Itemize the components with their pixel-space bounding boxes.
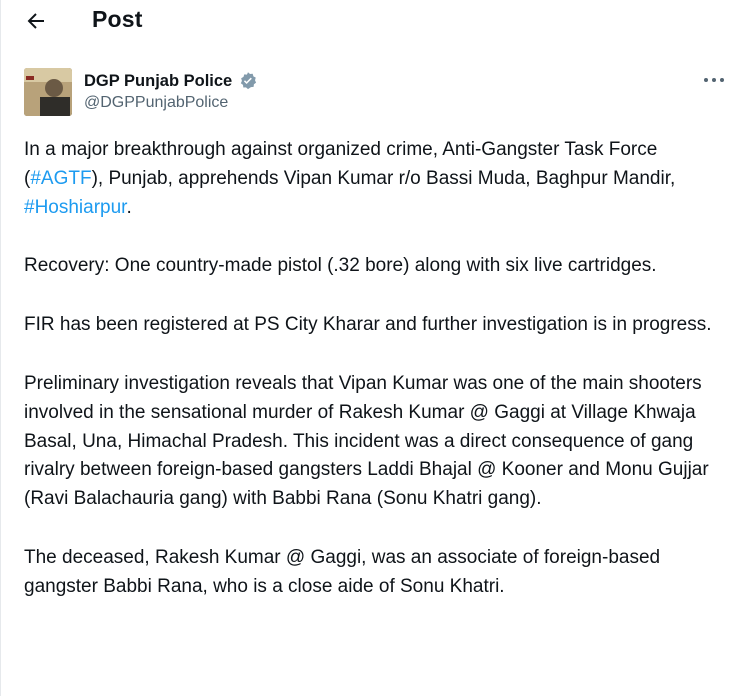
left-border [0,0,1,696]
post-text: . [126,196,132,218]
post-paragraph-2: Recovery: One country-made pistol (.32 b… [24,255,657,277]
post-paragraph-3: FIR has been registered at PS City Khara… [24,314,712,336]
back-arrow-icon[interactable] [24,9,48,33]
post-body: In a major breakthrough against organize… [24,136,714,632]
post-paragraph-5: The deceased, Rakesh Kumar @ Gaggi, was … [24,546,661,597]
author-name[interactable]: DGP Punjab Police [84,72,232,91]
avatar[interactable] [24,68,72,116]
author-name-row: DGP Punjab Police [84,71,258,91]
hashtag-agtf[interactable]: #AGTF [30,168,91,189]
post-header: Post [0,0,730,44]
verified-badge-icon[interactable] [238,71,258,91]
avatar-image [24,68,72,116]
more-options-icon[interactable] [700,70,728,90]
hashtag-hoshiarpur[interactable]: #Hoshiarpur [24,197,126,218]
post-paragraph-4: Preliminary investigation reveals that V… [24,372,709,510]
post-paragraph-1: In a major breakthrough against organize… [24,136,714,222]
page-title: Post [92,6,143,32]
author-handle[interactable]: @DGPPunjabPolice [84,94,228,112]
post-text: ), Punjab, apprehends Vipan Kumar r/o Ba… [91,167,676,189]
